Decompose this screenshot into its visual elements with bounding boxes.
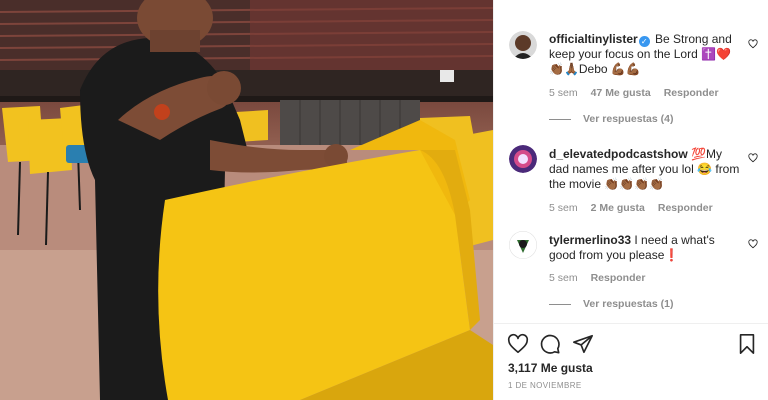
post-photo-illustration [0, 0, 493, 400]
bookmark-icon[interactable] [736, 333, 758, 355]
comment-like-heart-icon[interactable] [748, 153, 758, 163]
comment-text-block: d_elevatedpodcastshow 💯My dad names me a… [549, 147, 742, 192]
comment-reply-button[interactable]: Responder [591, 272, 646, 284]
caption-view-replies[interactable]: Ver respuestas (4) [549, 113, 673, 125]
comment-icon[interactable] [539, 333, 561, 355]
comment-username[interactable]: tylermerlino33 [549, 233, 631, 247]
actions-separator [494, 323, 768, 324]
caption-username[interactable]: officialtinylister [549, 32, 638, 46]
comment-reply-button[interactable]: Responder [658, 202, 713, 214]
post-likes-count[interactable]: 3,117 Me gusta [508, 361, 593, 375]
comment-username[interactable]: d_elevatedpodcastshow [549, 147, 688, 161]
caption-text-block: officialtinylister ✓ Be Strong and keep y… [549, 32, 742, 77]
comment-like-heart-icon[interactable] [748, 239, 758, 249]
caption-view-replies-label: Ver respuestas (4) [583, 113, 674, 125]
caption-reply-button[interactable]: Responder [664, 87, 719, 99]
comment-meta: 5 sem 2 Me gusta Responder [549, 202, 713, 214]
replies-line [549, 303, 571, 305]
comment-avatar[interactable] [509, 231, 537, 259]
comment-meta: 5 sem Responder [549, 272, 645, 284]
comment-text-block: tylermerlino33 I need a what's good from… [549, 233, 742, 263]
caption-likes[interactable]: 47 Me gusta [591, 87, 651, 99]
comment-view-replies[interactable]: Ver respuestas (1) [549, 298, 673, 310]
caption-time: 5 sem [549, 87, 578, 99]
caption-like-heart-icon[interactable] [748, 39, 758, 49]
replies-line [549, 118, 571, 120]
comment-panel: officialtinylister ✓ Be Strong and keep y… [494, 0, 768, 400]
heart-icon[interactable] [507, 333, 529, 355]
share-icon[interactable] [572, 333, 594, 355]
caption-avatar[interactable] [509, 31, 537, 59]
comment-likes[interactable]: 2 Me gusta [591, 202, 645, 214]
verified-badge-icon: ✓ [638, 36, 650, 47]
caption-meta: 5 sem 47 Me gusta Responder [549, 87, 719, 99]
comment-time: 5 sem [549, 202, 578, 214]
comment-avatar[interactable] [509, 145, 537, 173]
comment-time: 5 sem [549, 272, 578, 284]
comment-view-replies-label: Ver respuestas (1) [583, 298, 674, 310]
post-date: 1 DE NOVIEMBRE [508, 381, 582, 390]
post-photo[interactable] [0, 0, 493, 400]
